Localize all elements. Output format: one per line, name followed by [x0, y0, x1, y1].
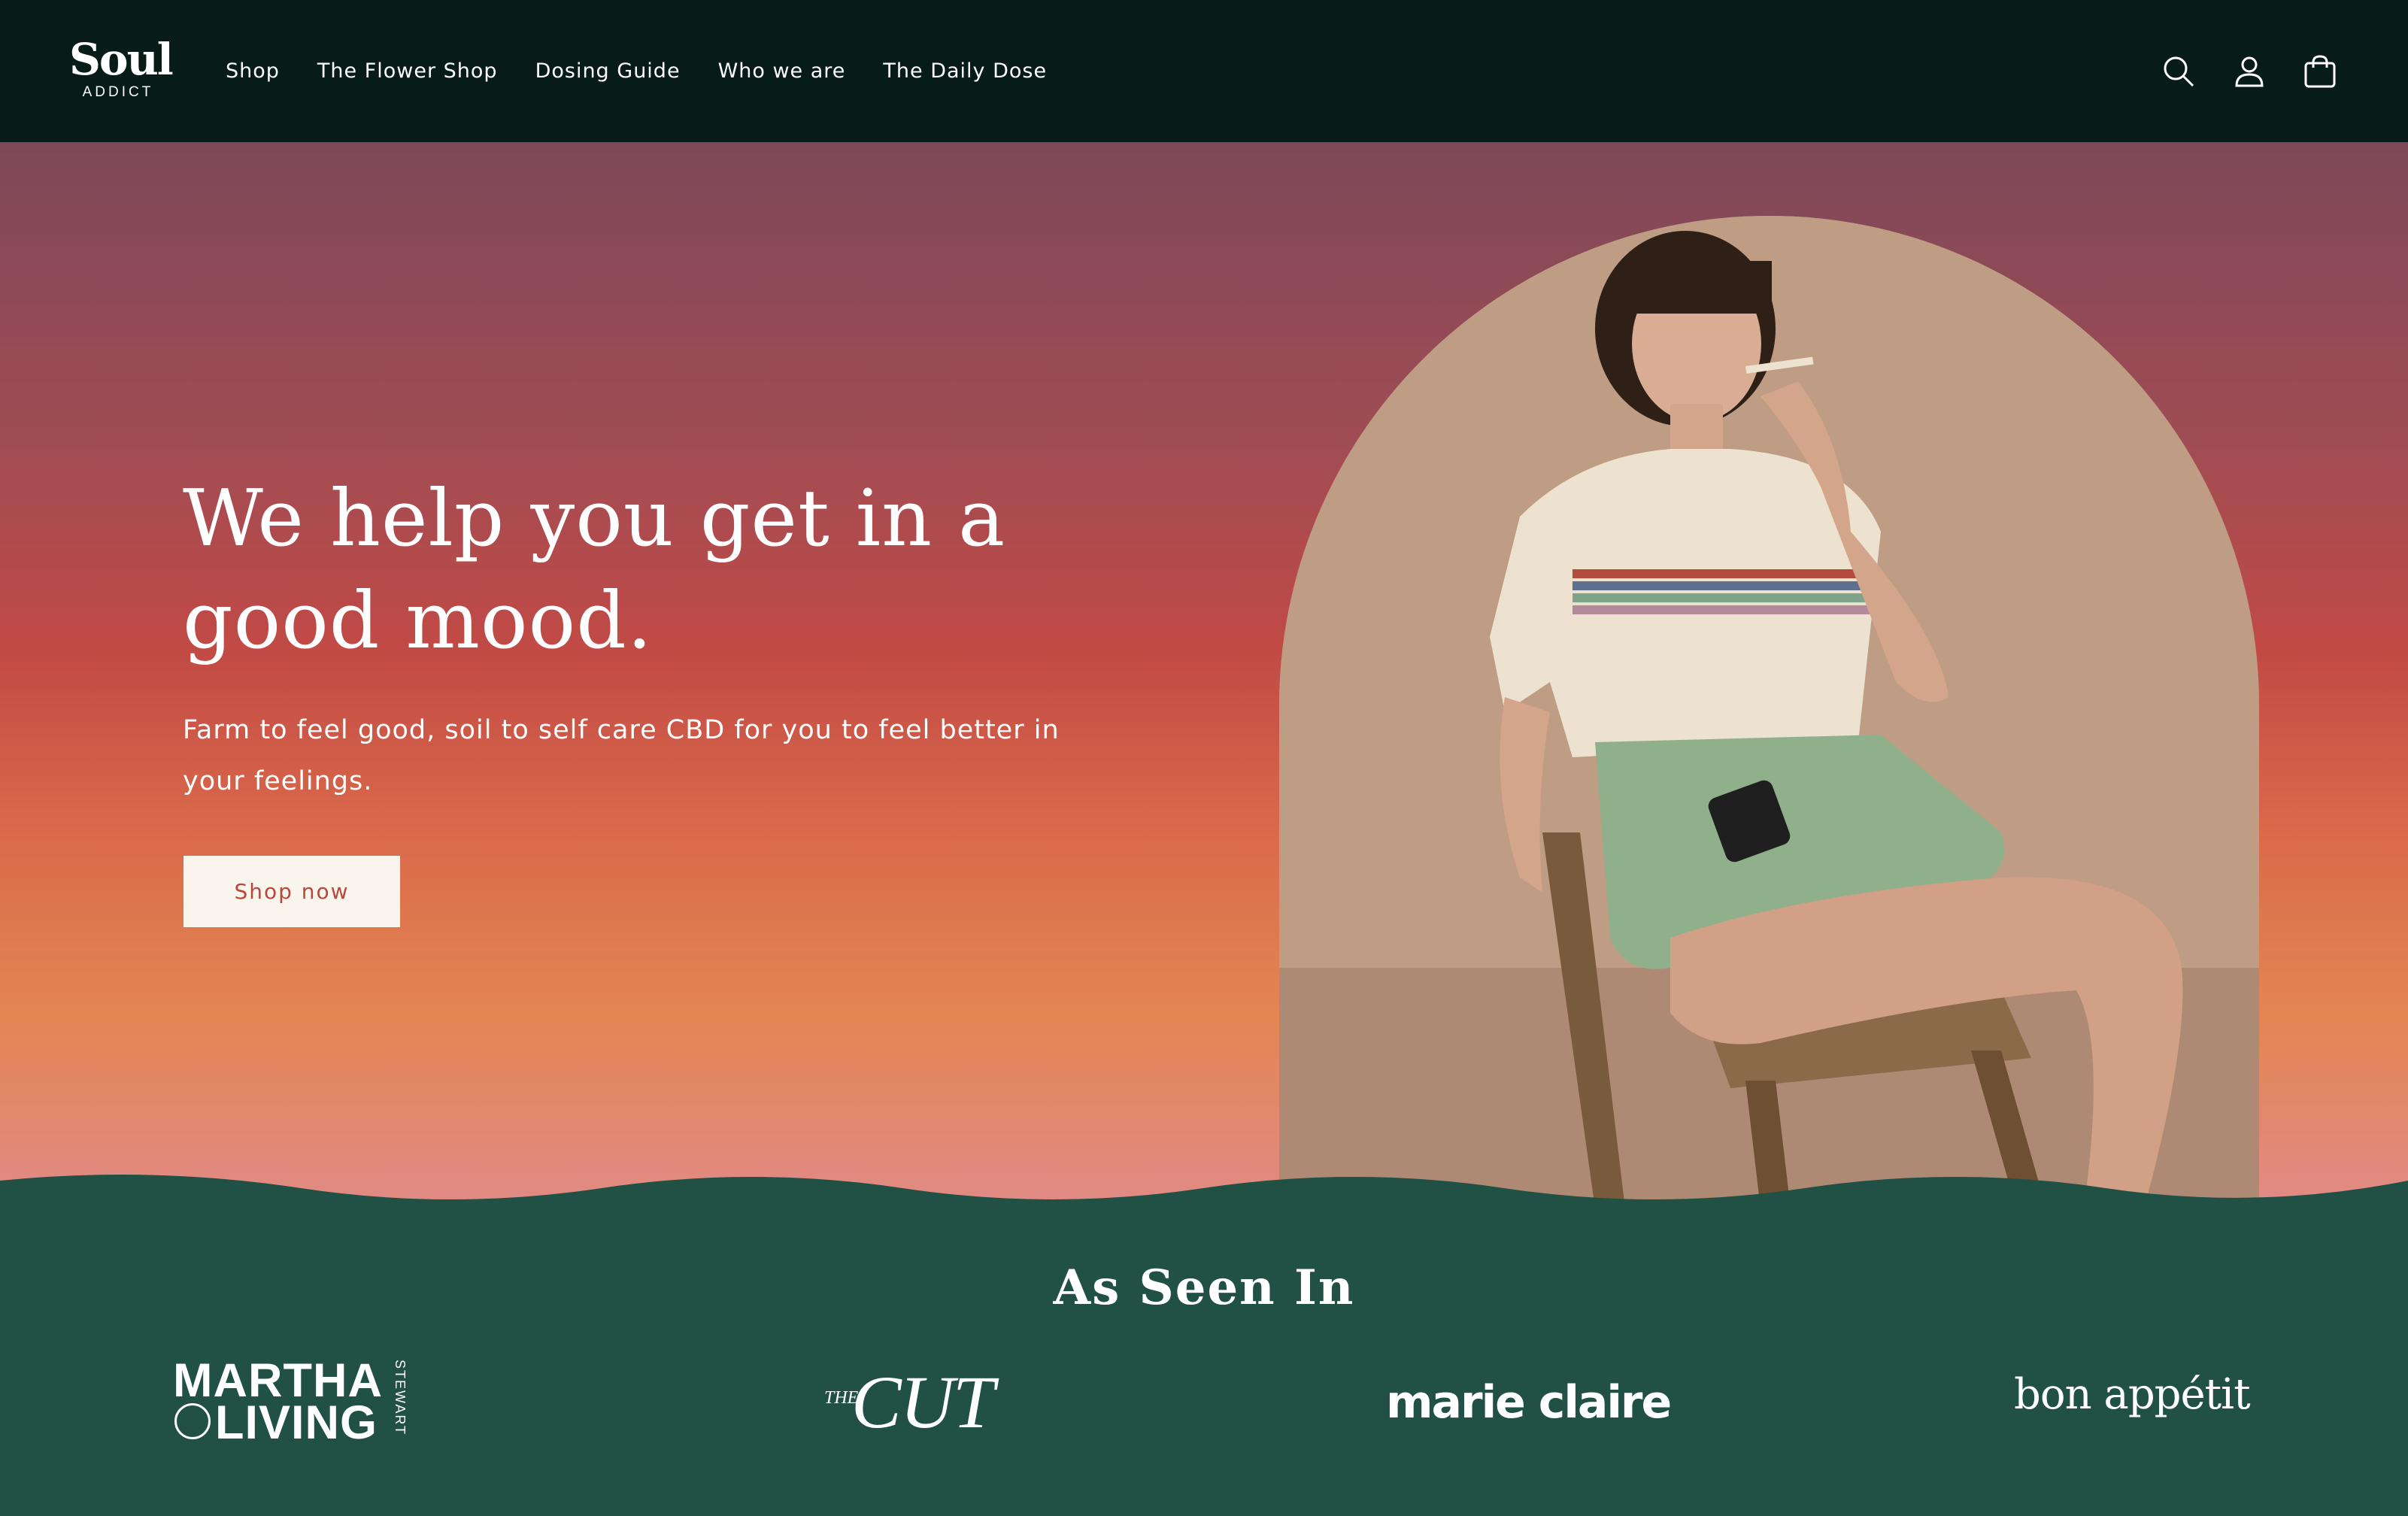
nav-daily-dose[interactable]: The Daily Dose	[883, 59, 1047, 83]
marie-claire-logo: marie claire	[1386, 1376, 1672, 1429]
logo-subtitle: ADDICT	[82, 84, 154, 100]
shop-now-button[interactable]: Shop now	[183, 856, 400, 927]
martha-stewart-living-logo: MARTHA LIVING STEWART	[173, 1354, 414, 1447]
as-seen-in-title: As Seen In	[1053, 1260, 1355, 1316]
logo-wordmark: Soul	[69, 34, 174, 85]
main-nav: Shop The Flower Shop Dosing Guide Who we…	[226, 0, 1047, 142]
header-actions	[2160, 0, 2339, 142]
stewart-text: STEWART	[393, 1360, 408, 1436]
the-cut-main-text: CUT	[851, 1360, 995, 1444]
the-cut-logo: THE CUT	[821, 1361, 995, 1444]
woman-photo-illustration	[1279, 216, 2259, 1208]
martha-text: MARTHA	[173, 1354, 383, 1407]
as-seen-in-section: As Seen In MARTHA LIVING STEWART THE CUT…	[0, 1203, 2408, 1516]
hero-title: We help you get in a good mood.	[183, 472, 1006, 666]
hero-image	[1279, 216, 2259, 1208]
martha-seal-icon	[174, 1403, 211, 1439]
nav-flower-shop[interactable]: The Flower Shop	[317, 59, 498, 83]
cart-icon[interactable]	[2301, 53, 2339, 90]
brand-logo[interactable]: Soul ADDICT	[69, 33, 174, 101]
nav-who-we-are[interactable]: Who we are	[718, 59, 846, 83]
account-icon[interactable]	[2231, 53, 2268, 90]
hero-subtitle: Farm to feel good, soil to self care CBD…	[183, 715, 1060, 796]
nav-dosing-guide[interactable]: Dosing Guide	[535, 59, 681, 83]
search-icon[interactable]	[2160, 53, 2197, 90]
bon-appetit-logo: bon appétit	[2014, 1370, 2251, 1419]
nav-shop[interactable]: Shop	[226, 59, 280, 83]
site-header: Soul ADDICT Shop The Flower Shop Dosing …	[0, 0, 2408, 142]
